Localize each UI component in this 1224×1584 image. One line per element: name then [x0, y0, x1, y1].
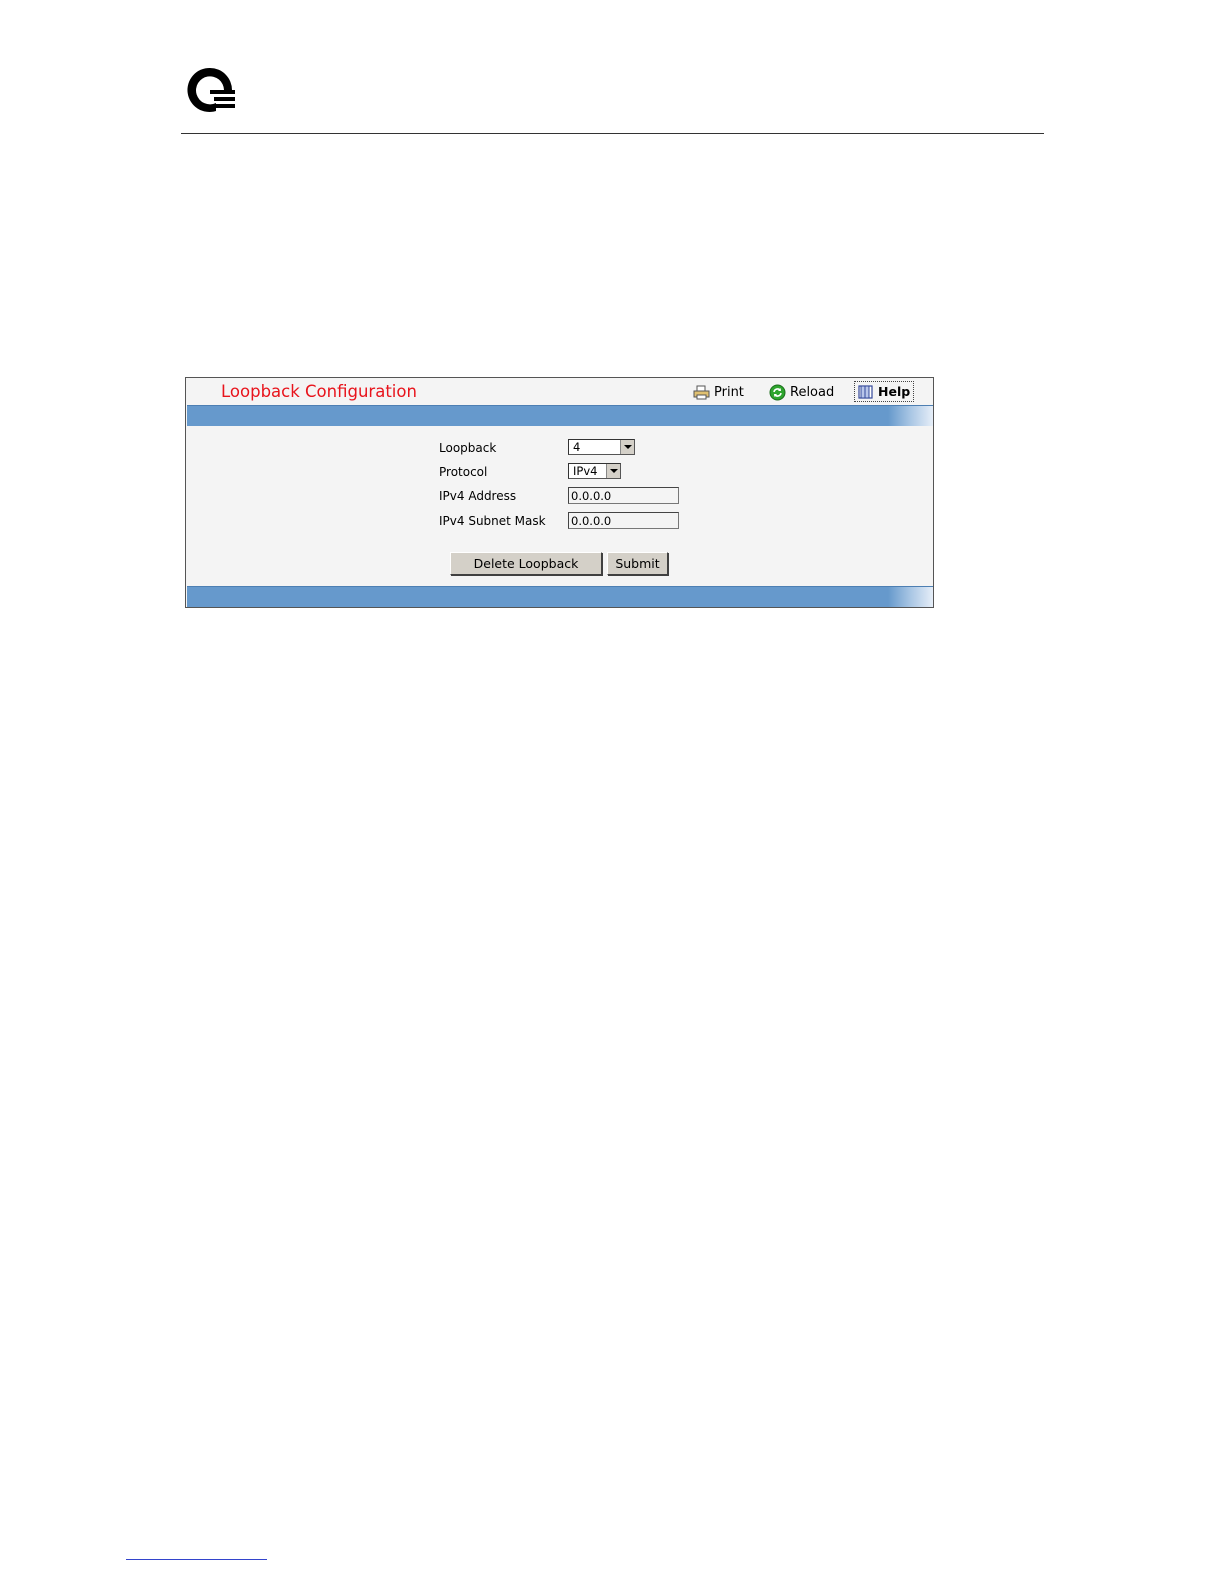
ipv4-subnet-mask-label: IPv4 Subnet Mask [439, 514, 546, 528]
ipv4-address-label: IPv4 Address [439, 489, 517, 503]
ipv4-subnet-mask-input[interactable] [568, 512, 679, 529]
reload-icon [769, 384, 786, 401]
header-bar [187, 405, 933, 426]
footer-link-line [126, 1559, 267, 1560]
reload-label: Reload [790, 385, 835, 400]
submit-button[interactable]: Submit [607, 552, 668, 575]
help-label: Help [878, 384, 911, 399]
print-label: Print [714, 385, 744, 400]
header-divider [181, 133, 1044, 134]
footer-bar [187, 586, 933, 607]
loopback-label: Loopback [439, 441, 497, 455]
reload-button[interactable]: Reload [769, 383, 834, 402]
protocol-label: Protocol [439, 465, 488, 479]
company-logo-icon [186, 66, 238, 114]
chevron-down-icon[interactable] [606, 464, 620, 478]
delete-loopback-button[interactable]: Delete Loopback [450, 552, 602, 575]
protocol-selected-value: IPv4 [573, 464, 598, 478]
help-button[interactable]: Help [854, 381, 915, 402]
print-button[interactable]: Print [693, 383, 744, 402]
loopback-select[interactable]: 4 [568, 439, 635, 455]
loopback-config-panel: Loopback Configuration Print Reload Help… [185, 377, 934, 608]
protocol-select[interactable]: IPv4 [568, 463, 621, 479]
chevron-down-icon[interactable] [620, 440, 634, 454]
loopback-selected-value: 4 [573, 440, 581, 454]
ipv4-address-input[interactable] [568, 487, 679, 504]
page-title: Loopback Configuration [221, 382, 417, 401]
help-book-icon [858, 384, 873, 399]
printer-icon [693, 385, 710, 400]
